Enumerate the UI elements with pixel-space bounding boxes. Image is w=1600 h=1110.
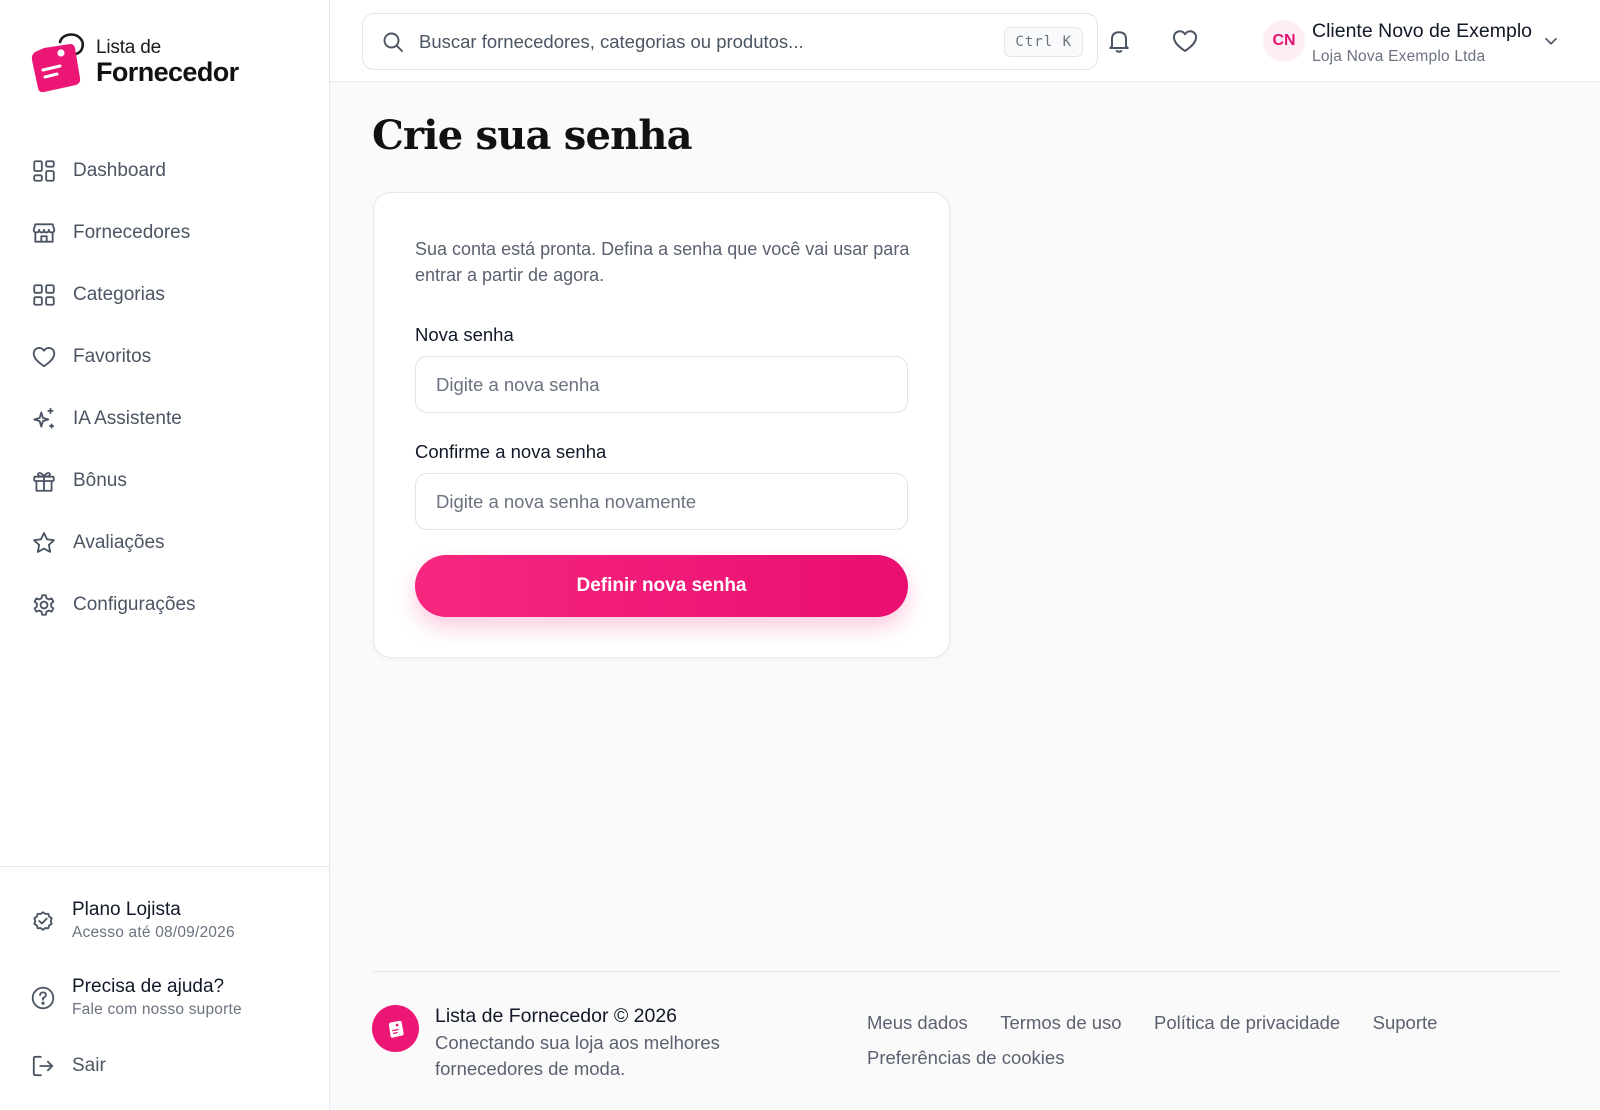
logout-button[interactable]: Sair <box>30 1053 106 1079</box>
footer-link-suporte[interactable]: Suporte <box>1373 1012 1438 1034</box>
sparkles-icon <box>33 407 55 429</box>
footer-links: Meus dados Termos de uso Política de pri… <box>867 1012 1567 1082</box>
user-menu[interactable]: Cliente Novo de Exemplo Loja Nova Exempl… <box>1312 20 1532 66</box>
card-description: Sua conta está pronta. Defina a senha qu… <box>415 239 910 285</box>
sidebar-item-label: IA Assistente <box>73 408 182 429</box>
help-title: Precisa de ajuda? <box>72 976 225 997</box>
price-tag-icon <box>31 33 85 93</box>
footer-link-privacidade[interactable]: Política de privacidade <box>1154 1012 1340 1034</box>
footer-divider <box>372 971 1560 972</box>
search-shortcut: Ctrl K <box>1004 26 1083 57</box>
sidebar-item-label: Configurações <box>73 594 196 615</box>
sidebar-item-label: Bônus <box>73 470 127 491</box>
sidebar-item-dashboard[interactable]: Dashboard <box>28 140 308 202</box>
brand-logo[interactable]: Lista de Fornecedor <box>30 30 239 94</box>
user-name: Cliente Novo de Exemplo <box>1312 20 1533 42</box>
sidebar-nav: Dashboard Fornecedores Categorias Favori… <box>28 140 308 636</box>
sidebar-item-label: Categorias <box>73 284 165 305</box>
sidebar-item-favoritos[interactable]: Favoritos <box>28 326 308 388</box>
grid-icon <box>33 284 55 306</box>
favorites-heart-icon[interactable] <box>1171 27 1199 55</box>
sidebar-item-label: Favoritos <box>73 346 152 367</box>
store-icon <box>32 223 56 243</box>
plan-info[interactable]: Plano Lojista Acesso até 08/09/2026 <box>30 899 235 942</box>
help-subtitle: Fale com nosso suporte <box>72 1001 242 1018</box>
confirm-password-field[interactable] <box>415 473 908 530</box>
price-tag-icon <box>388 1020 404 1038</box>
logout-label: Sair <box>72 1055 106 1076</box>
gift-icon <box>33 472 55 492</box>
new-password-label: Nova senha <box>415 324 514 345</box>
search-input[interactable] <box>419 30 1005 53</box>
star-icon <box>33 532 55 553</box>
footer-copyright: Lista de Fornecedor © 2026 <box>435 1005 678 1027</box>
footer-link-meus-dados[interactable]: Meus dados <box>867 1012 968 1034</box>
plan-expiry: Acesso até 08/09/2026 <box>72 924 235 941</box>
sidebar-item-fornecedores[interactable]: Fornecedores <box>28 202 308 264</box>
sidebar-footer: Plano Lojista Acesso até 08/09/2026 Prec… <box>0 866 329 1077</box>
sidebar-item-label: Fornecedores <box>73 222 191 243</box>
brand-name-line1: Lista de <box>96 37 161 58</box>
avatar[interactable]: CN <box>1263 20 1305 62</box>
sidebar-item-label: Avaliações <box>73 532 165 553</box>
search-bar[interactable]: Ctrl K <box>362 13 1098 70</box>
set-password-button[interactable]: Definir nova senha <box>415 555 908 617</box>
search-icon <box>383 32 403 52</box>
heart-icon <box>32 346 56 368</box>
sidebar: Lista de Fornecedor Dashboard Fornecedor… <box>0 0 330 1110</box>
sidebar-item-configuracoes[interactable]: Configurações <box>28 574 308 636</box>
plan-title: Plano Lojista <box>72 899 181 920</box>
sidebar-item-ia-assistente[interactable]: IA Assistente <box>28 388 308 450</box>
sidebar-item-bonus[interactable]: Bônus <box>28 450 308 512</box>
footer-logo <box>372 1005 419 1052</box>
dashboard-icon <box>33 160 55 182</box>
confirm-password-label: Confirme a nova senha <box>415 441 607 462</box>
footer-brand: Lista de Fornecedor © 2026 Conectando su… <box>435 1005 755 1082</box>
page-title: Crie sua senha <box>372 112 693 159</box>
logout-icon <box>32 1055 54 1077</box>
sidebar-item-label: Dashboard <box>73 160 166 181</box>
help-link[interactable]: Precisa de ajuda? Fale com nosso suporte <box>30 976 242 1019</box>
sidebar-item-avaliacoes[interactable]: Avaliações <box>28 512 308 574</box>
brand-name: Lista de Fornecedor <box>96 38 239 86</box>
help-circle-icon <box>31 986 55 1009</box>
bell-icon[interactable] <box>1105 27 1133 55</box>
chevron-down-icon[interactable] <box>1540 30 1562 52</box>
gear-icon <box>33 594 55 616</box>
password-card: Sua conta está pronta. Defina a senha qu… <box>373 192 950 658</box>
brand-name-line2: Fornecedor <box>96 57 239 87</box>
top-bar: Ctrl K CN Cliente Novo de Exemplo Loja N… <box>330 0 1600 82</box>
footer-link-termos[interactable]: Termos de uso <box>1000 1012 1121 1034</box>
footer-link-cookies[interactable]: Preferências de cookies <box>867 1047 1064 1069</box>
user-store: Loja Nova Exemplo Ltda <box>1312 48 1486 65</box>
sidebar-item-categorias[interactable]: Categorias <box>28 264 308 326</box>
new-password-field[interactable] <box>415 356 908 413</box>
badge-check-icon <box>33 910 53 931</box>
footer-tagline: Conectando sua loja aos melhores fornece… <box>435 1032 720 1079</box>
